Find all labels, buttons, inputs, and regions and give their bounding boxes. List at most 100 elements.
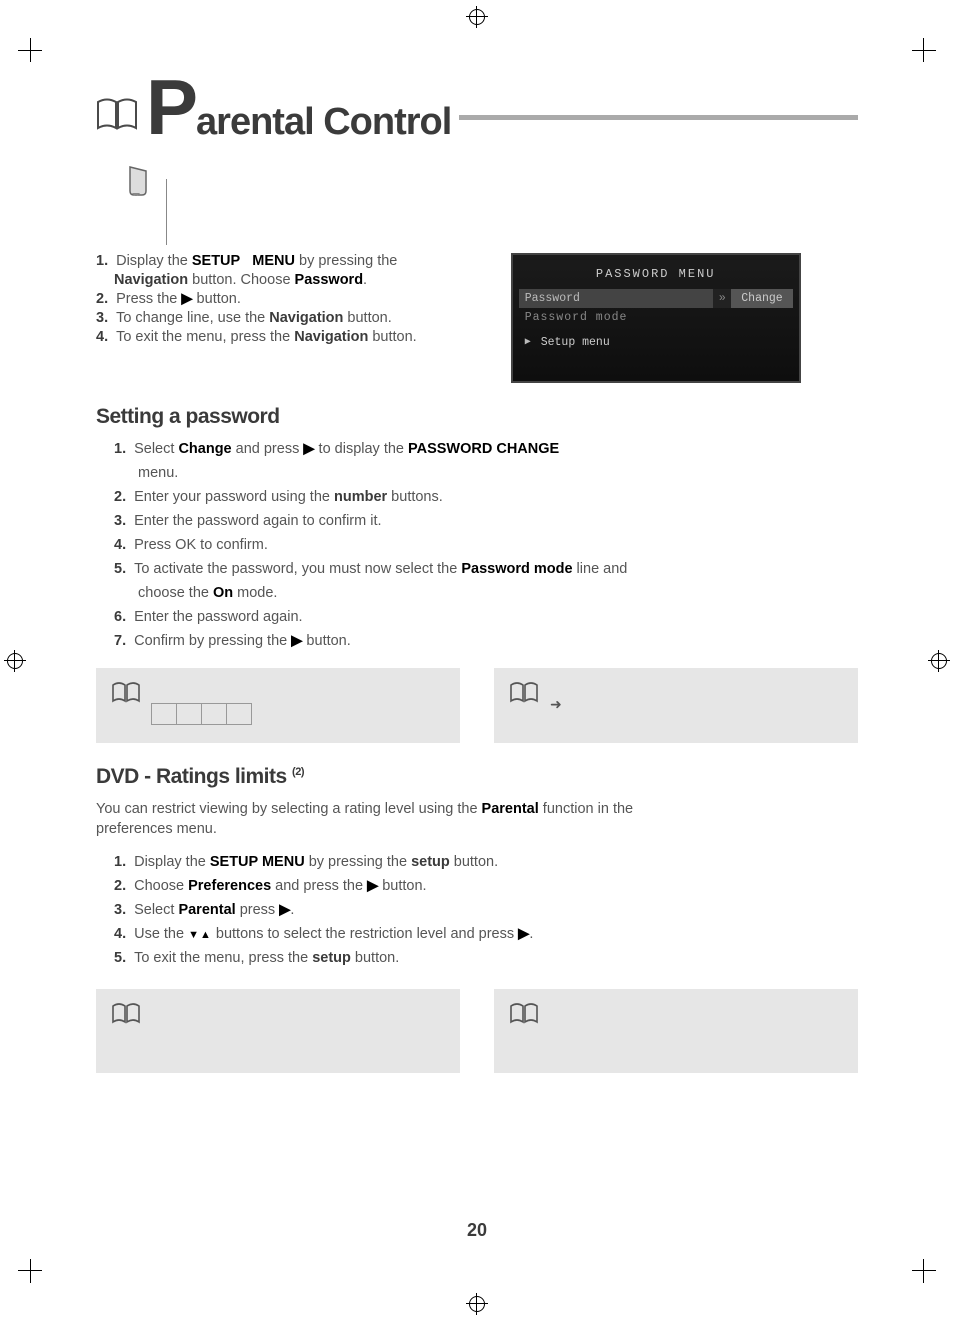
label-navigation: Navigation <box>269 310 343 326</box>
step-num: 7. <box>114 633 126 649</box>
step-num: 5. <box>114 950 126 966</box>
crop-mark <box>18 1259 42 1283</box>
step-num: 3. <box>96 310 108 326</box>
step-text: To exit the menu, press the <box>116 329 294 345</box>
step-text: button. <box>368 329 416 345</box>
osd-password-value: Change <box>731 289 792 308</box>
book-icon <box>112 682 140 709</box>
step-text: and press the <box>271 878 367 894</box>
step-num: 2. <box>114 878 126 894</box>
step-text: choose the <box>138 585 213 601</box>
step-num: 4. <box>114 926 126 942</box>
page-number: 20 <box>96 1220 858 1241</box>
desc-text: preferences menu. <box>96 821 217 837</box>
step-text: . <box>529 926 533 942</box>
up-down-icon: ▼▲ <box>188 929 212 941</box>
password-cell <box>151 703 177 725</box>
label-preferences: Preferences <box>188 878 271 894</box>
note-tip: ➜ <box>494 668 858 743</box>
step-num: 4. <box>96 329 108 345</box>
step-num: 2. <box>114 489 126 505</box>
right-arrow-icon: ▶ <box>367 878 378 894</box>
label-on: On <box>213 585 233 601</box>
step-text: button. <box>193 291 241 307</box>
right-arrow-icon: ▶ <box>291 633 302 649</box>
book-icon <box>96 95 140 145</box>
note-text: Fill in the boxes as a reminder. <box>152 682 444 697</box>
step-text: line and <box>573 561 628 577</box>
desc-text: You can restrict viewing by selecting a … <box>96 801 482 817</box>
book-icon <box>112 1003 140 1030</box>
label-setup-menu: SETUP MENU <box>192 253 295 269</box>
step-num: 1. <box>114 441 126 457</box>
label-number: number <box>334 489 387 505</box>
step-text: button. <box>351 950 399 966</box>
setting-password-steps: 1. Select Change and press ▶ to display t… <box>114 439 858 652</box>
label-setup: setup <box>312 950 351 966</box>
right-arrow-icon: ▶ <box>279 902 290 918</box>
step-text: To activate the password, you must now s… <box>134 561 461 577</box>
step-text: Use the <box>134 926 188 942</box>
label-password: Password <box>295 272 364 288</box>
section-title-text: DVD - Ratings limits <box>96 765 287 788</box>
note-box <box>96 989 460 1073</box>
note-box <box>494 989 858 1073</box>
step-text: buttons to select the restriction level … <box>212 926 518 942</box>
section-ratings-limits: DVD - Ratings limits (2) <box>96 765 858 789</box>
step-text: button. <box>378 878 426 894</box>
step-text: press <box>236 902 280 918</box>
step-text: To exit the menu, press the <box>134 950 312 966</box>
step-text: button. <box>450 854 498 870</box>
step-text: mode. <box>233 585 277 601</box>
step-text: Enter your password using the <box>134 489 334 505</box>
intro-block <box>166 179 446 245</box>
title-underline <box>459 115 858 120</box>
step-text: and press <box>232 441 304 457</box>
osd-password-label: Password <box>519 289 714 308</box>
osd-row-password: Password » Change <box>519 289 793 308</box>
step-text: Press OK to confirm. <box>134 537 268 553</box>
step-text: button. <box>302 633 350 649</box>
step-text: Display the <box>116 253 192 269</box>
osd-screenshot: PASSWORD MENU Password » Change Password… <box>511 253 801 383</box>
page-title-row: P arental Control <box>96 72 858 145</box>
label-navigation: Navigation <box>114 272 188 288</box>
section-setting-password: Setting a password <box>96 405 858 429</box>
note-password-reminder: Fill in the boxes as a reminder. <box>96 668 460 743</box>
osd-row-password-mode: Password mode <box>519 308 793 334</box>
step-num: 1. <box>96 253 108 269</box>
crop-mark <box>18 38 42 62</box>
step-text: buttons. <box>387 489 443 505</box>
step-text: To change line, use the <box>116 310 269 326</box>
label-change: Change <box>178 441 231 457</box>
ratings-steps: 1.Display the SETUP MENU by pressing the… <box>114 852 858 969</box>
password-cell <box>201 703 227 725</box>
registration-mark <box>928 650 950 672</box>
step-text: Choose <box>134 878 188 894</box>
label-setup: setup <box>411 854 450 870</box>
step-text: to display the <box>315 441 409 457</box>
osd-title: PASSWORD MENU <box>519 261 793 289</box>
ratings-description: You can restrict viewing by selecting a … <box>96 799 858 840</box>
right-arrow-icon: ▶ <box>303 441 314 457</box>
step-text: button. <box>343 310 391 326</box>
step-num: 5. <box>114 561 126 577</box>
registration-mark <box>4 650 26 672</box>
step-num: 1. <box>114 854 126 870</box>
page-title-initial: P <box>146 72 196 142</box>
page-title-rest: arental Control <box>196 101 451 144</box>
step-text: by pressing the <box>305 854 411 870</box>
right-arrow-icon: ▶ <box>525 336 531 349</box>
step-text: . <box>290 902 294 918</box>
label-navigation: Navigation <box>294 329 368 345</box>
initial-steps: 1. Display the SETUP MENU by pressing the… <box>96 253 461 345</box>
step-text: by pressing the <box>295 253 397 269</box>
step-text: Enter the password again. <box>134 609 302 625</box>
step-text: Select <box>134 441 178 457</box>
password-cell <box>226 703 252 725</box>
password-cells <box>152 703 444 725</box>
step-num: 3. <box>114 513 126 529</box>
label-parental: Parental <box>178 902 235 918</box>
desc-text: function in the <box>539 801 633 817</box>
step-num: 3. <box>114 902 126 918</box>
